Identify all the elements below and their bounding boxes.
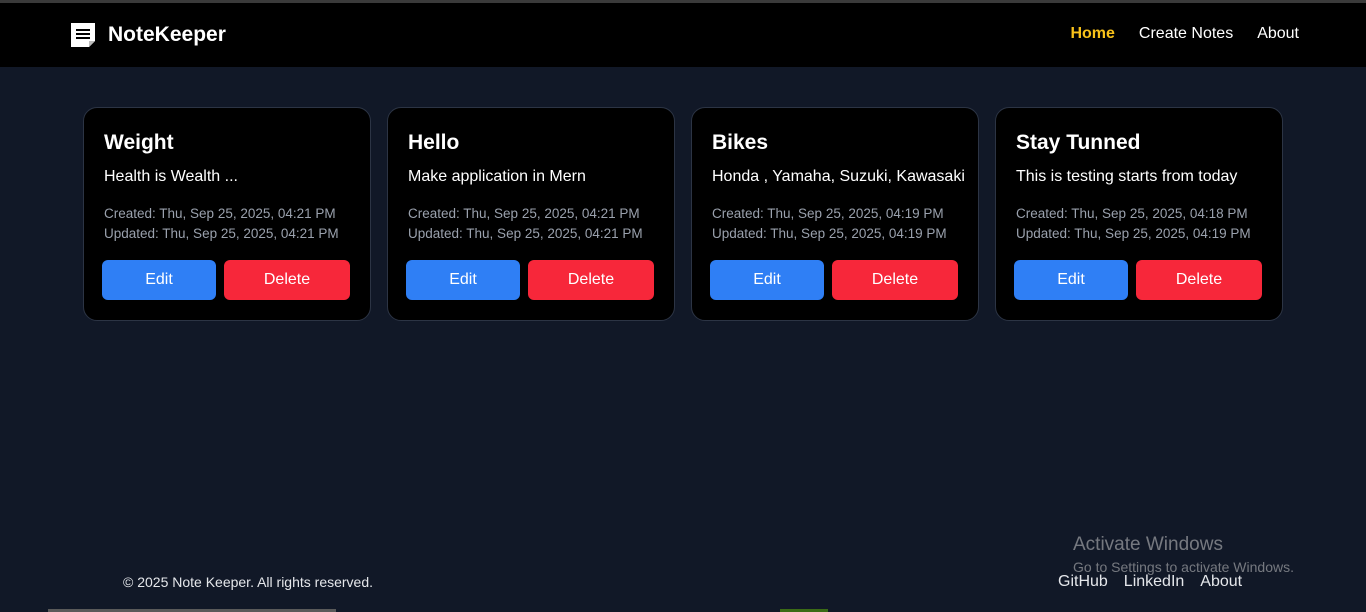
note-created: Created: Thu, Sep 25, 2025, 04:21 PM (104, 206, 336, 221)
note-body: Make application in Mern (408, 168, 586, 185)
footer-link-linkedin[interactable]: LinkedIn (1124, 573, 1185, 591)
edit-button[interactable]: Edit (102, 260, 216, 300)
note-body: Honda , Yamaha, Suzuki, Kawasaki (712, 168, 965, 185)
footer-link-about[interactable]: About (1200, 573, 1242, 591)
note-card: Stay Tunned This is testing starts from … (995, 107, 1283, 321)
note-created: Created: Thu, Sep 25, 2025, 04:21 PM (408, 206, 640, 221)
nav-link-home[interactable]: Home (1070, 25, 1114, 43)
note-updated: Updated: Thu, Sep 25, 2025, 04:19 PM (1016, 226, 1251, 241)
note-created: Created: Thu, Sep 25, 2025, 04:19 PM (712, 206, 944, 221)
note-card: Bikes Honda , Yamaha, Suzuki, Kawasaki C… (691, 107, 979, 321)
delete-button[interactable]: Delete (832, 260, 958, 300)
edit-button[interactable]: Edit (1014, 260, 1128, 300)
delete-button[interactable]: Delete (1136, 260, 1262, 300)
notes-grid: Weight Health is Wealth ... Created: Thu… (83, 107, 1283, 321)
note-updated: Updated: Thu, Sep 25, 2025, 04:21 PM (408, 226, 643, 241)
note-title: Weight (104, 131, 174, 154)
nav-link-about[interactable]: About (1257, 25, 1299, 43)
footer-links: GitHub LinkedIn About (1058, 573, 1242, 591)
note-updated: Updated: Thu, Sep 25, 2025, 04:19 PM (712, 226, 947, 241)
brand-name: NoteKeeper (108, 23, 226, 46)
note-created: Created: Thu, Sep 25, 2025, 04:18 PM (1016, 206, 1248, 221)
brand[interactable]: NoteKeeper (69, 21, 226, 49)
note-updated: Updated: Thu, Sep 25, 2025, 04:21 PM (104, 226, 339, 241)
note-title: Stay Tunned (1016, 131, 1141, 154)
footer-copyright: © 2025 Note Keeper. All rights reserved. (123, 574, 374, 590)
watermark-title: Activate Windows (1073, 534, 1223, 555)
note-body: Health is Wealth ... (104, 168, 238, 185)
footer-link-github[interactable]: GitHub (1058, 573, 1108, 591)
delete-button[interactable]: Delete (224, 260, 350, 300)
note-body: This is testing starts from today (1016, 168, 1238, 185)
nav-link-create-notes[interactable]: Create Notes (1139, 25, 1233, 43)
note-card: Hello Make application in Mern Created: … (387, 107, 675, 321)
navbar: NoteKeeper Home Create Notes About (0, 3, 1366, 67)
note-icon (71, 23, 95, 47)
note-title: Hello (408, 131, 460, 154)
nav-links: Home Create Notes About (1070, 25, 1299, 43)
windows-activation-watermark: Activate Windows Go to Settings to activ… (1073, 534, 1294, 575)
edit-button[interactable]: Edit (710, 260, 824, 300)
delete-button[interactable]: Delete (528, 260, 654, 300)
edit-button[interactable]: Edit (406, 260, 520, 300)
note-title: Bikes (712, 131, 769, 154)
note-card: Weight Health is Wealth ... Created: Thu… (83, 107, 371, 321)
